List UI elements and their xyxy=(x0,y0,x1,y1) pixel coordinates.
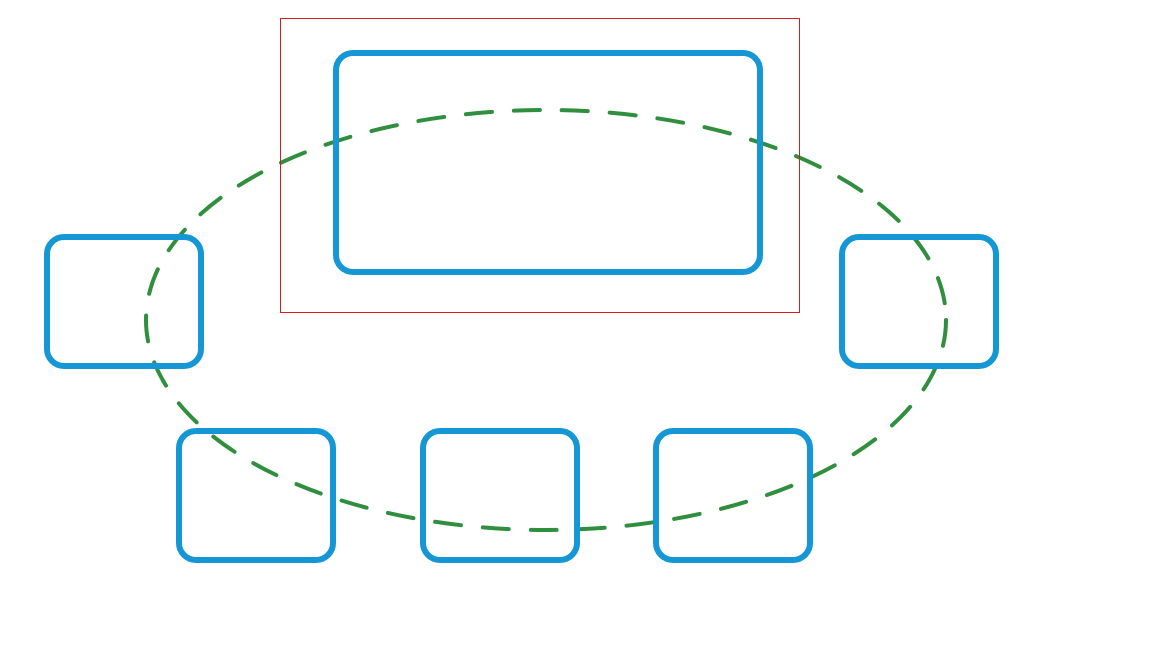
small-blue-box xyxy=(420,428,580,563)
diagram-canvas xyxy=(0,0,1152,648)
small-blue-box xyxy=(176,428,336,563)
large-blue-box xyxy=(333,50,763,275)
small-blue-box xyxy=(44,234,204,369)
small-blue-box xyxy=(839,234,999,369)
small-blue-box xyxy=(653,428,813,563)
